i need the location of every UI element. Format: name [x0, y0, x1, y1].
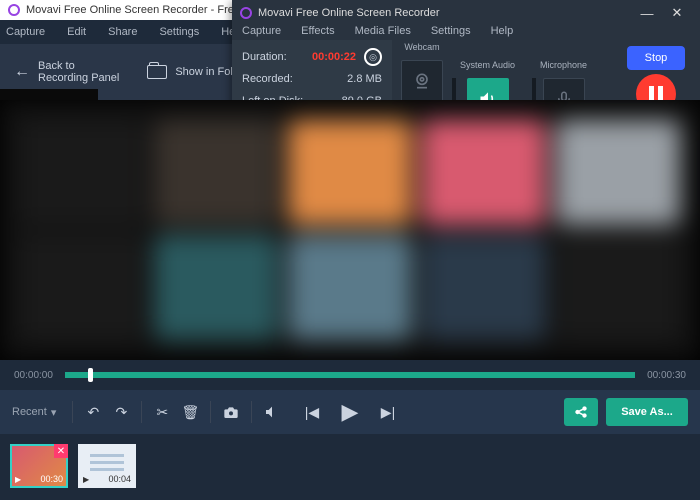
- thumbnail-2[interactable]: ▶ 00:04: [78, 444, 136, 488]
- app-logo-icon: [8, 4, 20, 16]
- camera-button[interactable]: [217, 398, 245, 426]
- trash-button[interactable]: 🗑: [176, 398, 204, 426]
- timeline[interactable]: 00:00:00 00:00:30: [0, 360, 700, 390]
- back-arrow-icon: ←: [14, 63, 30, 81]
- recorded-label: Recorded:: [242, 73, 293, 85]
- webcam-label: Webcam: [404, 42, 439, 56]
- thumbnail-delete-icon[interactable]: ✕: [54, 444, 68, 458]
- undo-button[interactable]: ↶: [79, 398, 107, 426]
- overlay-menu-settings[interactable]: Settings: [431, 25, 471, 37]
- timeline-track[interactable]: [65, 372, 635, 378]
- playback-controls: Recent ▾ ↶ ↷ ✂ 🗑 |◀ ▶ ▶| Save As...: [0, 390, 700, 434]
- overlay-logo-icon: [240, 7, 252, 19]
- duration-value: 00:00:22: [312, 51, 356, 63]
- thumb-time-2: 00:04: [108, 474, 131, 484]
- stop-button[interactable]: Stop: [627, 46, 685, 70]
- overlay-close-button[interactable]: ✕: [662, 5, 692, 21]
- overlay-menu-help[interactable]: Help: [491, 25, 514, 37]
- recent-dropdown[interactable]: Recent ▾: [12, 406, 56, 419]
- cut-button[interactable]: ✂: [148, 398, 176, 426]
- prev-button[interactable]: |◀: [298, 398, 326, 426]
- overlay-minimize-button[interactable]: —: [632, 6, 662, 21]
- microphone-label: Microphone: [540, 60, 587, 74]
- overlay-menu-effects[interactable]: Effects: [301, 25, 334, 37]
- system-audio-label: System Audio: [460, 60, 515, 74]
- duration-label: Duration:: [242, 51, 287, 63]
- thumb-time-1: 00:30: [40, 474, 63, 484]
- volume-button[interactable]: [258, 398, 286, 426]
- overlay-title: Movavi Free Online Screen Recorder: [258, 7, 440, 19]
- next-button[interactable]: ▶|: [374, 398, 402, 426]
- recorded-value: 2.8 MB: [347, 73, 382, 85]
- video-preview: [0, 100, 700, 360]
- thumbnail-1[interactable]: ✕ ▶ 00:30: [10, 444, 68, 488]
- webcam-icon: [401, 60, 443, 102]
- timeline-playhead[interactable]: [88, 368, 93, 382]
- overlay-menu-capture[interactable]: Capture: [242, 25, 281, 37]
- overlay-menu-mediafiles[interactable]: Media Files: [355, 25, 411, 37]
- overlay-menubar: Capture Effects Media Files Settings Hel…: [232, 22, 700, 40]
- back-label-1: Back to: [38, 60, 119, 72]
- timeline-end: 00:00:30: [647, 370, 686, 381]
- recent-label: Recent: [12, 406, 47, 418]
- chevron-down-icon: ▾: [51, 406, 57, 419]
- overlay-titlebar: Movavi Free Online Screen Recorder — ✕: [232, 0, 700, 22]
- play-button[interactable]: ▶: [336, 398, 364, 426]
- back-label-2: Recording Panel: [38, 72, 119, 84]
- play-icon: ▶: [15, 475, 21, 484]
- share-button[interactable]: [564, 398, 598, 426]
- thumbnail-strip: ✕ ▶ 00:30 ▶ 00:04: [0, 438, 700, 494]
- redo-button[interactable]: ↷: [107, 398, 135, 426]
- save-as-button[interactable]: Save As...: [606, 398, 688, 426]
- play-icon: ▶: [83, 475, 89, 484]
- menu-edit[interactable]: Edit: [67, 26, 86, 38]
- menu-share[interactable]: Share: [108, 26, 137, 38]
- target-icon[interactable]: ◎: [364, 48, 382, 66]
- menu-capture[interactable]: Capture: [6, 26, 45, 38]
- menu-settings[interactable]: Settings: [159, 26, 199, 38]
- timeline-start: 00:00:00: [14, 370, 53, 381]
- folder-icon: [147, 65, 167, 79]
